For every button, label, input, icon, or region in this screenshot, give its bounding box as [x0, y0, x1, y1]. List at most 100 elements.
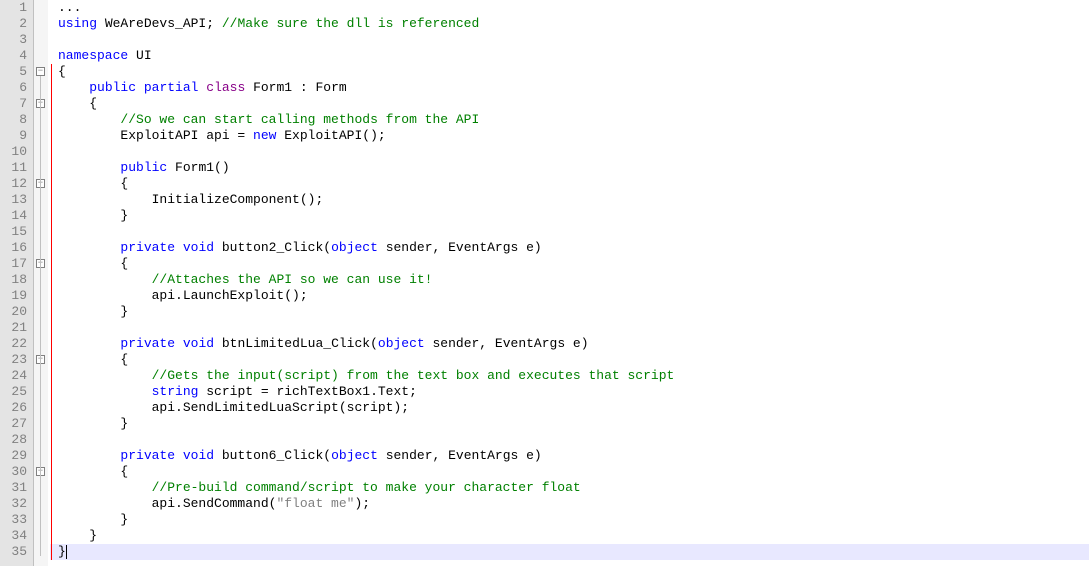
code-line-content[interactable]: } [58, 304, 128, 320]
code-line[interactable] [50, 320, 1089, 336]
code-line-content[interactable]: } [58, 208, 128, 224]
code-line[interactable]: { [50, 464, 1089, 480]
code-line-content[interactable]: public Form1() [58, 160, 230, 176]
code-line-content[interactable]: { [58, 352, 128, 368]
code-line-content[interactable]: public partial class Form1 : Form [58, 80, 347, 96]
code-line[interactable]: } [50, 304, 1089, 320]
code-line[interactable]: //Gets the input(script) from the text b… [50, 368, 1089, 384]
code-line[interactable] [50, 144, 1089, 160]
code-line[interactable]: //Attaches the API so we can use it! [50, 272, 1089, 288]
line-number: 27 [0, 416, 27, 432]
token-txt: InitializeComponent(); [58, 192, 323, 207]
line-number: 4 [0, 48, 27, 64]
code-line[interactable]: ... [50, 0, 1089, 16]
code-line-content[interactable]: string script = richTextBox1.Text; [58, 384, 417, 400]
code-line-content[interactable]: api.LaunchExploit(); [58, 288, 308, 304]
line-number: 11 [0, 160, 27, 176]
code-line[interactable]: { [50, 64, 1089, 80]
code-line[interactable] [50, 224, 1089, 240]
code-line-content[interactable]: //Pre-build command/script to make your … [58, 480, 581, 496]
code-line[interactable]: } [50, 208, 1089, 224]
code-line[interactable]: } [50, 528, 1089, 544]
line-number: 34 [0, 528, 27, 544]
code-line[interactable]: { [50, 96, 1089, 112]
code-line-content[interactable]: { [58, 96, 97, 112]
code-line-content[interactable]: } [58, 416, 128, 432]
line-number: 35 [0, 544, 27, 560]
code-line-content[interactable]: } [58, 544, 67, 560]
code-line-content[interactable]: private void btnLimitedLua_Click(object … [58, 336, 589, 352]
code-line-content[interactable]: //Gets the input(script) from the text b… [58, 368, 674, 384]
code-line-content[interactable]: { [58, 256, 128, 272]
line-number: 23 [0, 352, 27, 368]
code-line[interactable]: } [50, 512, 1089, 528]
brace-indicator [50, 32, 58, 48]
token-kw: object [378, 336, 425, 351]
line-number: 3 [0, 32, 27, 48]
brace-indicator [50, 0, 58, 16]
code-line[interactable]: ExploitAPI api = new ExploitAPI(); [50, 128, 1089, 144]
token-txt: sender, EventArgs e) [378, 240, 542, 255]
line-number: 26 [0, 400, 27, 416]
code-editor[interactable]: ...using WeAreDevs_API; //Make sure the … [48, 0, 1089, 566]
code-line[interactable]: } [50, 416, 1089, 432]
code-line[interactable]: namespace UI [50, 48, 1089, 64]
code-line[interactable]: //So we can start calling methods from t… [50, 112, 1089, 128]
token-txt [58, 480, 152, 495]
code-line-content[interactable]: api.SendLimitedLuaScript(script); [58, 400, 409, 416]
token-txt [175, 336, 183, 351]
code-line[interactable]: public partial class Form1 : Form [50, 80, 1089, 96]
code-line[interactable]: { [50, 256, 1089, 272]
code-line-content[interactable]: api.SendCommand("float me"); [58, 496, 370, 512]
code-line-content[interactable]: { [58, 464, 128, 480]
code-line[interactable]: api.LaunchExploit(); [50, 288, 1089, 304]
code-line-content[interactable]: //So we can start calling methods from t… [58, 112, 479, 128]
token-txt [58, 384, 152, 399]
code-line-content[interactable]: InitializeComponent(); [58, 192, 323, 208]
code-line[interactable]: private void button6_Click(object sender… [50, 448, 1089, 464]
token-cls: class [206, 80, 245, 95]
token-txt: btnLimitedLua_Click( [214, 336, 378, 351]
code-line[interactable] [50, 32, 1089, 48]
code-line-content[interactable]: private void button2_Click(object sender… [58, 240, 542, 256]
code-line[interactable]: { [50, 352, 1089, 368]
token-txt [58, 448, 120, 463]
code-line[interactable]: public Form1() [50, 160, 1089, 176]
line-number: 16 [0, 240, 27, 256]
code-line[interactable]: { [50, 176, 1089, 192]
code-line-content[interactable]: } [58, 512, 128, 528]
fold-guide-line [40, 76, 41, 556]
code-line[interactable]: api.SendLimitedLuaScript(script); [50, 400, 1089, 416]
line-number: 5 [0, 64, 27, 80]
code-line-content[interactable]: //Attaches the API so we can use it! [58, 272, 432, 288]
code-line-content[interactable]: } [58, 528, 97, 544]
line-number: 2 [0, 16, 27, 32]
code-line[interactable]: private void button2_Click(object sender… [50, 240, 1089, 256]
token-txt: { [58, 64, 66, 79]
code-line[interactable]: string script = richTextBox1.Text; [50, 384, 1089, 400]
code-line[interactable]: using WeAreDevs_API; //Make sure the dll… [50, 16, 1089, 32]
code-line-content[interactable]: private void button6_Click(object sender… [58, 448, 542, 464]
code-line[interactable]: InitializeComponent(); [50, 192, 1089, 208]
fold-toggle-icon[interactable]: − [36, 67, 45, 76]
code-line[interactable] [50, 432, 1089, 448]
code-line[interactable]: //Pre-build command/script to make your … [50, 480, 1089, 496]
token-kw: using [58, 16, 97, 31]
token-txt: ExploitAPI api = [58, 128, 253, 143]
code-line[interactable]: api.SendCommand("float me"); [50, 496, 1089, 512]
code-line-content[interactable]: ... [58, 0, 81, 16]
code-line-content[interactable]: namespace UI [58, 48, 152, 64]
code-line[interactable]: } [50, 544, 1089, 560]
token-txt: api.SendCommand( [58, 496, 276, 511]
line-number: 22 [0, 336, 27, 352]
fold-column[interactable]: −−−−−− [34, 0, 48, 566]
code-line-content[interactable]: { [58, 64, 66, 80]
code-line-content[interactable]: using WeAreDevs_API; //Make sure the dll… [58, 16, 479, 32]
code-line-content[interactable]: ExploitAPI api = new ExploitAPI(); [58, 128, 386, 144]
token-str: "float me" [276, 496, 354, 511]
code-line-content[interactable]: { [58, 176, 128, 192]
token-txt: sender, EventArgs e) [425, 336, 589, 351]
token-kw: string [152, 384, 199, 399]
code-line[interactable]: private void btnLimitedLua_Click(object … [50, 336, 1089, 352]
token-txt: api.SendLimitedLuaScript(script); [58, 400, 409, 415]
